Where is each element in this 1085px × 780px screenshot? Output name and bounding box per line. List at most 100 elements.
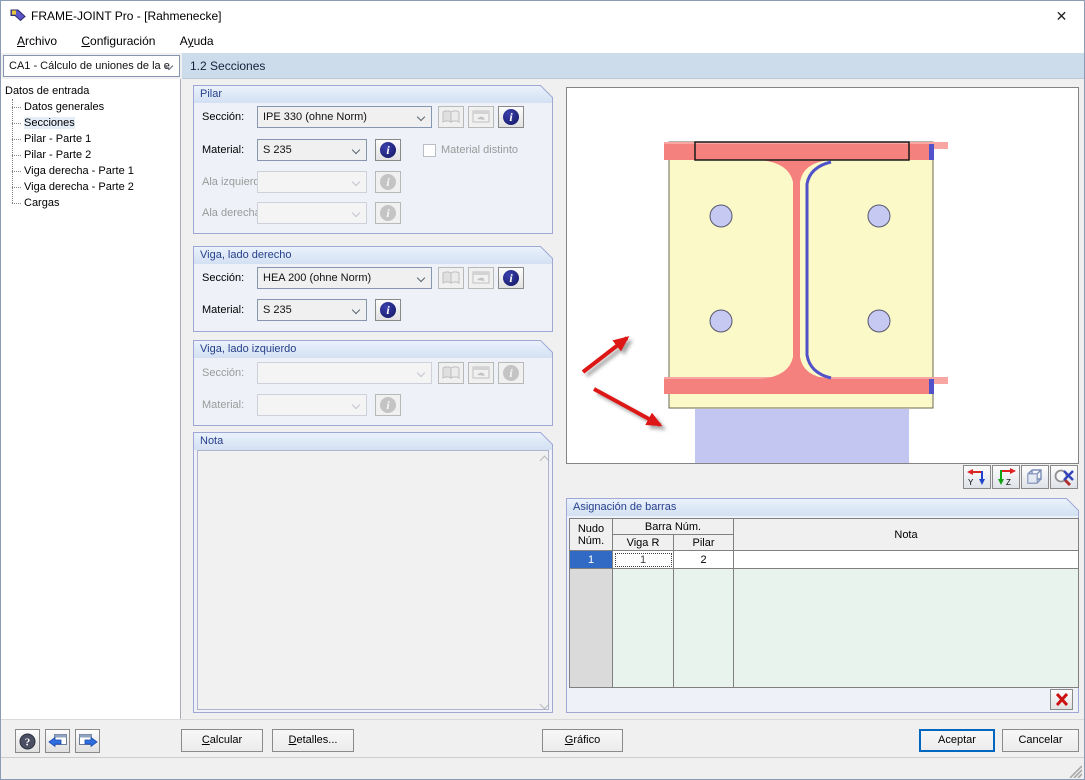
viga-izq-material-info-button: i bbox=[375, 394, 401, 416]
view-in-z-button[interactable]: Z bbox=[992, 465, 1020, 489]
detalles-button[interactable]: Detalles... bbox=[272, 729, 354, 752]
bar-assignment-table: Nudo Núm. Barra Núm. Nota Viga R Pilar 1 … bbox=[569, 518, 1079, 688]
info-icon: i bbox=[380, 174, 396, 190]
aceptar-button[interactable]: Aceptar bbox=[919, 729, 995, 752]
col-header-pilar: Pilar bbox=[673, 534, 734, 551]
group-pilar: Pilar Sección: IPE 330 (ohne Norm) i Mat… bbox=[193, 85, 553, 234]
menu-configuracion[interactable]: Configuración bbox=[71, 31, 165, 52]
view-in-y-button[interactable]: Y bbox=[963, 465, 991, 489]
axis-y-icon: Y bbox=[967, 469, 985, 486]
bolt bbox=[867, 309, 891, 333]
zoom-cancel-icon bbox=[1054, 469, 1074, 486]
pilar-seccion-combobox[interactable]: IPE 330 (ohne Norm) bbox=[257, 106, 432, 128]
group-viga-izquierda-title: Viga, lado izquierdo bbox=[194, 341, 552, 358]
info-icon: i bbox=[503, 270, 519, 286]
col-header-viga-r: Viga R bbox=[612, 534, 674, 551]
pilar-material-info-button[interactable]: i bbox=[375, 139, 401, 161]
pilar-material-combobox[interactable]: S 235 bbox=[257, 139, 367, 161]
chevron-down-icon bbox=[416, 112, 426, 122]
section-title-bar: 1.2 Secciones bbox=[182, 53, 1084, 79]
viga-der-section-edit-button bbox=[468, 267, 494, 289]
viga-der-material-combobox[interactable]: S 235 bbox=[257, 299, 367, 321]
info-icon: i bbox=[380, 142, 396, 158]
menu-bar: Archivo Configuración Ayuda bbox=[1, 31, 1084, 53]
isometric-view-button[interactable] bbox=[1021, 465, 1049, 489]
scroll-up-icon[interactable] bbox=[539, 455, 550, 466]
chevron-down-icon bbox=[351, 145, 361, 155]
tree-root-datos-de-entrada[interactable]: Datos de entrada bbox=[5, 83, 180, 99]
info-icon: i bbox=[380, 302, 396, 318]
tree-item-pilar-parte-2[interactable]: Pilar - Parte 2 bbox=[12, 147, 180, 163]
pilar-section-info-button[interactable]: i bbox=[498, 106, 524, 128]
resize-grip[interactable] bbox=[1067, 763, 1082, 778]
material-distinto-label: Material distinto bbox=[441, 144, 519, 156]
group-corner bbox=[540, 340, 553, 353]
chevron-down-icon bbox=[351, 208, 361, 218]
delete-row-button[interactable] bbox=[1050, 689, 1073, 710]
viga-der-section-info-button[interactable]: i bbox=[498, 267, 524, 289]
menu-ayuda[interactable]: Ayuda bbox=[170, 31, 224, 52]
table-empty-area bbox=[569, 568, 1079, 688]
ala-derecha-label: Ala derecha: bbox=[202, 207, 264, 219]
section-properties-icon bbox=[472, 366, 490, 379]
viga-izq-section-info-button: i bbox=[498, 362, 524, 384]
tree-item-cargas[interactable]: Cargas bbox=[12, 195, 180, 211]
chevron-down-icon bbox=[416, 368, 426, 378]
tree-item-viga-derecha-parte-1[interactable]: Viga derecha - Parte 1 bbox=[12, 163, 180, 179]
graphic-panel bbox=[566, 87, 1079, 464]
col-header-nota: Nota bbox=[733, 518, 1079, 551]
next-window-button[interactable] bbox=[75, 729, 100, 753]
tree-item-datos-generales[interactable]: Datos generales bbox=[12, 99, 180, 115]
group-corner bbox=[540, 85, 553, 98]
viga-der-section-library-button bbox=[438, 267, 464, 289]
viga-izq-section-edit-button bbox=[468, 362, 494, 384]
table-row: 1 1 2 bbox=[569, 550, 1079, 569]
viga-der-material-info-button[interactable]: i bbox=[375, 299, 401, 321]
window-title: FRAME-JOINT Pro - [Rahmenecke] bbox=[31, 9, 222, 23]
app-window: FRAME-JOINT Pro - [Rahmenecke] ✕ Archivo… bbox=[0, 0, 1085, 780]
zoom-reset-button[interactable] bbox=[1050, 465, 1078, 489]
scroll-down-icon[interactable] bbox=[539, 699, 550, 710]
section-properties-icon bbox=[472, 271, 490, 284]
col-header-barra: Barra Núm. bbox=[612, 518, 734, 535]
previous-window-button[interactable] bbox=[45, 729, 70, 753]
question-icon: ? bbox=[19, 733, 36, 749]
cancelar-button[interactable]: Cancelar bbox=[1002, 729, 1079, 752]
cell-pilar[interactable]: 2 bbox=[673, 550, 734, 569]
column-top-flange bbox=[664, 144, 931, 160]
group-nota: Nota bbox=[193, 432, 553, 713]
menu-archivo[interactable]: Archivo bbox=[7, 31, 67, 52]
case-selector-combobox[interactable]: CA1 - Cálculo de uniones de la e bbox=[3, 55, 180, 77]
grafico-button[interactable]: Gráfico bbox=[542, 729, 623, 752]
cell-nudo[interactable]: 1 bbox=[569, 550, 613, 569]
status-bar bbox=[1, 757, 1084, 779]
chevron-down-icon bbox=[351, 400, 361, 410]
pointer-arrows bbox=[581, 336, 663, 427]
viga-izq-seccion-combobox bbox=[257, 362, 432, 384]
cube-icon bbox=[1027, 469, 1042, 484]
bolt bbox=[709, 309, 733, 333]
red-x-icon bbox=[1055, 693, 1068, 706]
ala-derecha-info-button: i bbox=[375, 202, 401, 224]
pilar-section-edit-button bbox=[468, 106, 494, 128]
material-distinto-checkbox bbox=[423, 144, 436, 157]
viga-der-seccion-combobox[interactable]: HEA 200 (ohne Norm) bbox=[257, 267, 432, 289]
info-icon: i bbox=[503, 109, 519, 125]
close-button[interactable]: ✕ bbox=[1039, 1, 1084, 31]
cell-nota[interactable] bbox=[733, 550, 1079, 569]
tree-item-viga-derecha-parte-2[interactable]: Viga derecha - Parte 2 bbox=[12, 179, 180, 195]
ala-derecha-combobox bbox=[257, 202, 367, 224]
joint-drawing bbox=[581, 141, 948, 463]
viga-izq-seccion-label: Sección: bbox=[202, 367, 245, 379]
title-bar: FRAME-JOINT Pro - [Rahmenecke] ✕ bbox=[1, 1, 1084, 31]
group-viga-derecha: Viga, lado derecho Sección: HEA 200 (ohn… bbox=[193, 246, 553, 332]
nota-textarea[interactable] bbox=[197, 450, 549, 710]
tree-item-pilar-parte-1[interactable]: Pilar - Parte 1 bbox=[12, 131, 180, 147]
group-nota-title: Nota bbox=[194, 433, 552, 450]
pilar-section-library-button bbox=[438, 106, 464, 128]
cell-viga-r[interactable]: 1 bbox=[612, 550, 674, 569]
calcular-button[interactable]: Calcular bbox=[181, 729, 263, 752]
app-icon bbox=[10, 9, 26, 22]
help-button[interactable]: ? bbox=[15, 729, 40, 753]
tree-item-secciones[interactable]: Secciones bbox=[12, 115, 180, 131]
